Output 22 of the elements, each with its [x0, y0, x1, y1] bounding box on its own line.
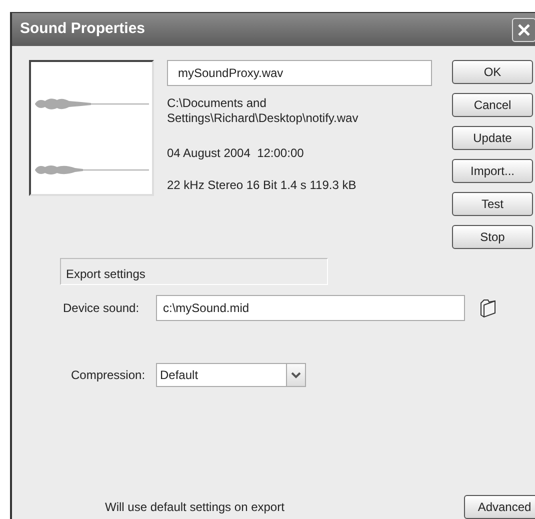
format-text: 22 kHz Stereo 16 Bit 1.4 s 119.3 kB: [167, 177, 358, 194]
dialog-button[interactable]: Test: [452, 192, 533, 216]
close-icon: [517, 22, 531, 36]
file-path-text: C:\Documents and Settings\Richard\Desktop\notify.wav: [167, 96, 360, 126]
dialog-button[interactable]: Import...: [452, 159, 533, 183]
close-button[interactable]: [512, 18, 535, 42]
window-title: Sound Properties: [20, 19, 146, 40]
status-text: Will use default settings on export: [105, 499, 284, 516]
dialog-button[interactable]: Update: [452, 126, 533, 150]
date-text: 04 August 2004 12:00:00: [167, 145, 305, 162]
dialog-button[interactable]: OK: [452, 60, 533, 84]
folder-icon[interactable]: [480, 298, 496, 318]
field-label: Compression:: [71, 367, 146, 384]
device-sound-field[interactable]: c:\mySound.mid: [156, 295, 465, 321]
dialog-button[interactable]: Stop: [452, 225, 533, 249]
section-heading: Export settings: [60, 258, 328, 285]
field-label: Device sound:: [63, 300, 140, 317]
dialog-button[interactable]: Cancel: [452, 93, 533, 117]
sound-name-field[interactable]: mySoundProxy.wav: [167, 60, 432, 86]
compression-dropdown[interactable]: Default: [156, 363, 306, 387]
advanced-button[interactable]: Advanced: [464, 495, 535, 519]
caret-icon: [291, 372, 301, 378]
